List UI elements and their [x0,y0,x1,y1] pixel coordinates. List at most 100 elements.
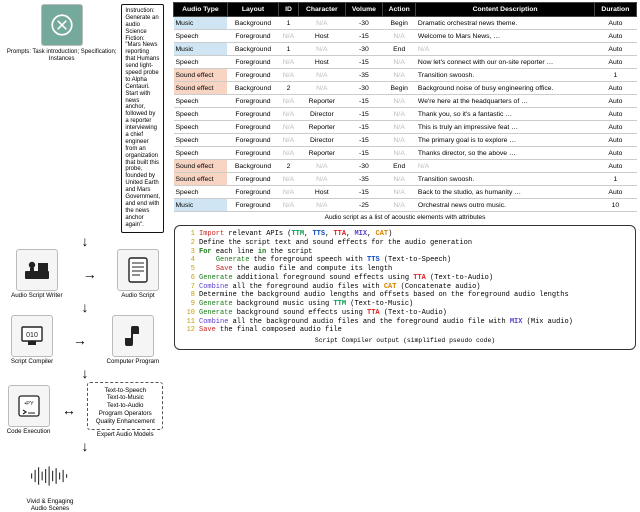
cell: Foreground [227,134,279,147]
cell: N/A [279,134,299,147]
cell: N/A [279,69,299,82]
instruction-box: Instruction: Generate an audio Science F… [121,4,164,233]
cell: -15 [345,186,382,199]
cell: Auto [594,160,636,173]
cell: Sound effect [174,160,228,173]
cell: N/A [382,134,415,147]
col-header: Layout [227,3,279,17]
cell: Foreground [227,173,279,186]
code-line: 8Determine the background audio lengths … [181,291,629,300]
cell: -30 [345,160,382,173]
cell: Transition swoosh. [416,173,594,186]
cell: End [382,160,415,173]
cell: -15 [345,121,382,134]
code-line: 4 Generate the foreground speech with TT… [181,256,629,265]
cell: Auto [594,43,636,56]
cell: N/A [382,30,415,43]
cell: N/A [298,69,345,82]
cell: Foreground [227,30,279,43]
arrow-right-icon: ↔ [62,402,76,418]
arrow-down-icon: ↓ [6,303,164,311]
cell: Reporter [298,147,345,160]
cell: Auto [594,30,636,43]
cell: Orchestral news outro music. [416,199,594,212]
cell: -30 [345,82,382,95]
cell: 2 [279,160,299,173]
table-row: Sound effectForegroundN/AN/A-35N/ATransi… [174,69,637,82]
cell: Sound effect [174,173,228,186]
cell: N/A [382,186,415,199]
cell: N/A [279,121,299,134]
cell: Music [174,199,228,212]
cell: N/A [382,56,415,69]
cell: Back to the studio, as humanity … [416,186,594,199]
table-row: MusicBackground1N/A-30EndN/AAuto [174,43,637,56]
cell: Transition swoosh. [416,69,594,82]
arrow-right-icon: → [83,266,97,282]
audio-script-table: Audio TypeLayoutIDCharacterVolumeActionC… [170,0,640,225]
cell: Speech [174,30,228,43]
program-icon [112,315,154,357]
cell: N/A [279,95,299,108]
cell: N/A [298,173,345,186]
cell: N/A [298,199,345,212]
cell: N/A [279,30,299,43]
cell: Foreground [227,56,279,69]
cell: Welcome to Mars News, … [416,30,594,43]
col-header: Duration [594,3,636,17]
cell: N/A [279,186,299,199]
cell: -30 [345,43,382,56]
table-row: SpeechForegroundN/AHost-15N/ABack to the… [174,186,637,199]
code-line: 11Combine all the background audio files… [181,318,629,327]
cell: Background [227,160,279,173]
code-line: 3For each line in the script [181,248,629,257]
col-header: ID [279,3,299,17]
cell: Background [227,43,279,56]
code-exec-icon: •PY [8,385,50,427]
cell: 1 [594,69,636,82]
col-header: Action [382,3,415,17]
code-line: 10Generate background sound effects usin… [181,309,629,318]
table-row: SpeechForegroundN/AReporter-15N/AThanks … [174,147,637,160]
table-row: SpeechForegroundN/ADirector-15N/AThe pri… [174,134,637,147]
code-line: 9Generate background music using TTM (Te… [181,300,629,309]
table-row: SpeechForegroundN/ADirector-15N/AThank y… [174,108,637,121]
cell: Reporter [298,121,345,134]
cell: Host [298,30,345,43]
cell: N/A [279,147,299,160]
cell: Auto [594,56,636,69]
cell: N/A [382,147,415,160]
cell: 1 [279,17,299,30]
cell: Foreground [227,147,279,160]
cell: Director [298,134,345,147]
cell: N/A [298,17,345,30]
cell: Dramatic orchestral news theme. [416,17,594,30]
cell: -15 [345,95,382,108]
cell: Host [298,56,345,69]
table-row: SpeechForegroundN/AReporter-15N/AThis is… [174,121,637,134]
cell: -15 [345,30,382,43]
writer-label: Audio Script Writer [11,292,62,299]
cell: Speech [174,147,228,160]
col-header: Audio Type [174,3,228,17]
cell: Auto [594,95,636,108]
arrow-down-icon: ↓ [6,237,164,245]
cell: N/A [382,121,415,134]
models-label: Expert Audio Models [97,431,154,438]
prompts-caption: Prompts: Task introduction; Specificatio… [6,49,117,62]
cell: -15 [345,134,382,147]
cell: Begin [382,82,415,95]
cell: Director [298,108,345,121]
writer-icon [16,249,58,291]
cell: -25 [345,199,382,212]
cell: Music [174,17,228,30]
cell: The primary goal is to explore … [416,134,594,147]
cell: 1 [594,173,636,186]
table-row: SpeechForegroundN/AHost-15N/ANow let's c… [174,56,637,69]
table-row: MusicBackground1N/A-30BeginDramatic orch… [174,17,637,30]
arrow-right-icon: → [73,332,87,348]
cell: Foreground [227,121,279,134]
cell: -35 [345,173,382,186]
cell: N/A [382,173,415,186]
table-row: Sound effectForegroundN/AN/A-35N/ATransi… [174,173,637,186]
